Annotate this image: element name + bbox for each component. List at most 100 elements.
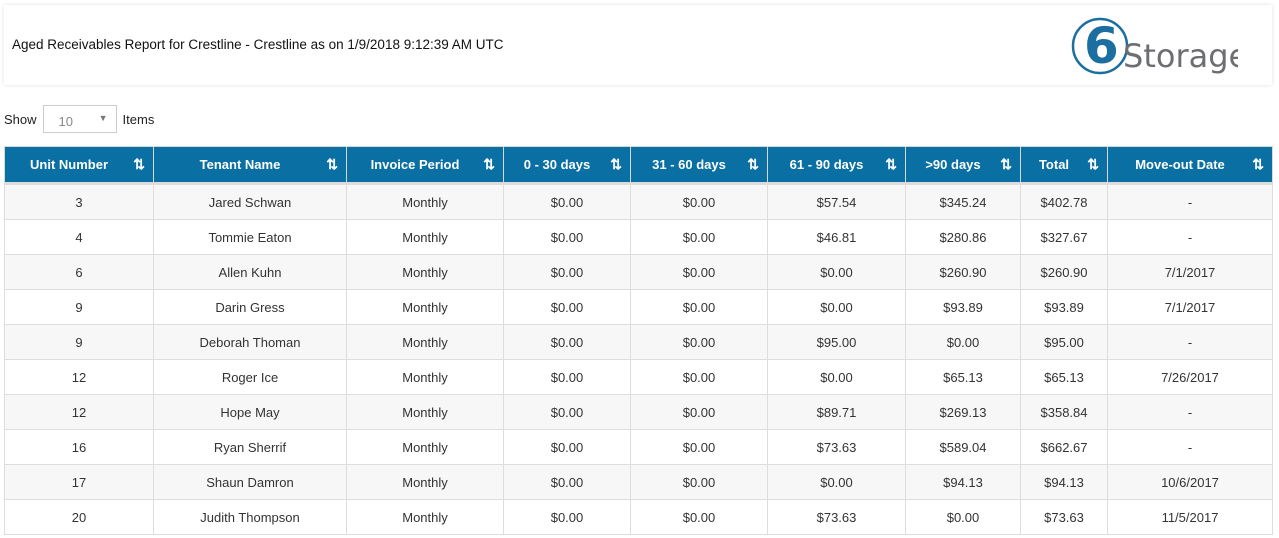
table-cell: $0.00 — [905, 324, 1021, 360]
table-cell: Monthly — [346, 182, 504, 220]
table-row[interactable]: 12 Hope May Monthly $0.00 $0.00 $89.71 $269.13… — [4, 394, 1273, 430]
table-cell: 17 — [4, 464, 154, 500]
table-cell: $358.84 — [1020, 394, 1108, 430]
table-cell: $260.90 — [1020, 254, 1108, 290]
table-cell: $93.89 — [905, 289, 1021, 325]
sort-icon[interactable]: ⇅ — [747, 156, 759, 173]
table-cell: Monthly — [346, 219, 504, 255]
table-cell: $94.13 — [1020, 464, 1108, 500]
table-cell: Judith Thompson — [153, 499, 347, 535]
column-label: Tenant Name — [199, 157, 281, 172]
table-cell: $0.00 — [767, 254, 906, 290]
table-cell: 12 — [4, 359, 154, 395]
sort-icon[interactable]: ⇅ — [133, 156, 145, 173]
sort-icon[interactable]: ⇅ — [326, 156, 338, 173]
column-label: Unit Number — [30, 157, 108, 172]
column-label: Total — [1038, 157, 1070, 172]
column-header[interactable]: Unit Number ⇅ — [4, 146, 154, 184]
table-cell: Monthly — [346, 499, 504, 535]
table-cell: 9 — [4, 324, 154, 360]
column-label: Move-out Date — [1135, 157, 1225, 172]
column-header[interactable]: 31 - 60 days ⇅ — [630, 146, 768, 184]
sort-icon[interactable]: ⇅ — [1087, 156, 1099, 173]
table-cell: $0.00 — [503, 219, 631, 255]
table-cell: $73.63 — [767, 499, 906, 535]
table-cell: 9 — [4, 289, 154, 325]
table-cell: $589.04 — [905, 429, 1021, 465]
table-row[interactable]: 12 Roger Ice Monthly $0.00 $0.00 $0.00 $65.13 $… — [4, 359, 1273, 395]
table-cell: $0.00 — [630, 499, 768, 535]
table-cell: Monthly — [346, 289, 504, 325]
table-cell: 11/5/2017 — [1107, 499, 1273, 535]
table-cell: Deborah Thoman — [153, 324, 347, 360]
column-header[interactable]: Tenant Name ⇅ — [153, 146, 347, 184]
table-cell: $0.00 — [630, 254, 768, 290]
sort-icon[interactable]: ⇅ — [483, 156, 495, 173]
table-cell: $0.00 — [630, 464, 768, 500]
column-header[interactable]: Total ⇅ — [1020, 146, 1108, 184]
receivables-table: Unit Number ⇅ Tenant Name ⇅ Invoice Period ⇅ 0… — [4, 146, 1273, 535]
table-cell: Monthly — [346, 464, 504, 500]
table-cell: $345.24 — [905, 182, 1021, 220]
sort-icon[interactable]: ⇅ — [885, 156, 897, 173]
table-cell: $0.00 — [503, 254, 631, 290]
table-cell: 7/1/2017 — [1107, 254, 1273, 290]
column-label: >90 days — [925, 157, 981, 172]
table-cell: Monthly — [346, 429, 504, 465]
table-cell: $0.00 — [630, 394, 768, 430]
table-row[interactable]: 9 Darin Gress Monthly $0.00 $0.00 $0.00 $93.89… — [4, 289, 1273, 325]
6storage-logo: 6 Storage — [1071, 17, 1238, 75]
table-cell: $280.86 — [905, 219, 1021, 255]
sort-icon[interactable]: ⇅ — [610, 156, 622, 173]
table-cell: 6 — [4, 254, 154, 290]
table-cell: $46.81 — [767, 219, 906, 255]
table-row[interactable]: 3 Jared Schwan Monthly $0.00 $0.00 $57.54 $345… — [4, 182, 1273, 220]
column-header[interactable]: >90 days ⇅ — [905, 146, 1021, 184]
column-header[interactable]: Invoice Period ⇅ — [346, 146, 504, 184]
table-cell: Allen Kuhn — [153, 254, 347, 290]
column-label: 0 - 30 days — [523, 157, 591, 172]
page-size-select[interactable]: 10 ▼ — [42, 105, 117, 133]
table-cell: - — [1107, 219, 1273, 255]
table-cell: $260.90 — [905, 254, 1021, 290]
table-row[interactable]: 6 Allen Kuhn Monthly $0.00 $0.00 $0.00 $260.90… — [4, 254, 1273, 290]
table-cell: $65.13 — [1020, 359, 1108, 395]
table-cell: $73.63 — [767, 429, 906, 465]
column-header[interactable]: Move-out Date ⇅ — [1107, 146, 1273, 184]
table-cell: - — [1107, 394, 1273, 430]
table-cell: $95.00 — [767, 324, 906, 360]
table-cell: 3 — [4, 182, 154, 220]
table-row[interactable]: 4 Tommie Eaton Monthly $0.00 $0.00 $46.81 $280… — [4, 219, 1273, 255]
table-cell: 12 — [4, 394, 154, 430]
table-cell: $0.00 — [630, 219, 768, 255]
table-cell: 16 — [4, 429, 154, 465]
table-row[interactable]: 20 Judith Thompson Monthly $0.00 $0.00 $73.63… — [4, 499, 1273, 535]
table-cell: $327.67 — [1020, 219, 1108, 255]
column-header[interactable]: 61 - 90 days ⇅ — [767, 146, 906, 184]
table-cell: $0.00 — [630, 182, 768, 220]
table-cell: Monthly — [346, 324, 504, 360]
table-cell: Jared Schwan — [153, 182, 347, 220]
table-row[interactable]: 9 Deborah Thoman Monthly $0.00 $0.00 $95.00 $0… — [4, 324, 1273, 360]
table-row[interactable]: 17 Shaun Damron Monthly $0.00 $0.00 $0.00 $94.… — [4, 464, 1273, 500]
table-cell: Hope May — [153, 394, 347, 430]
column-header[interactable]: 0 - 30 days ⇅ — [503, 146, 631, 184]
table-cell: 7/1/2017 — [1107, 289, 1273, 325]
table-row[interactable]: 16 Ryan Sherrif Monthly $0.00 $0.00 $73.63 $58… — [4, 429, 1273, 465]
page-size-control: Show 10 ▼ Items — [4, 104, 154, 134]
table-cell: $65.13 — [905, 359, 1021, 395]
table-cell: $93.89 — [1020, 289, 1108, 325]
table-cell: $57.54 — [767, 182, 906, 220]
sort-icon[interactable]: ⇅ — [1000, 156, 1012, 173]
table-cell: $269.13 — [905, 394, 1021, 430]
table-cell: Monthly — [346, 394, 504, 430]
report-header: Aged Receivables Report for Crestline - … — [4, 5, 1272, 85]
table-cell: $0.00 — [503, 182, 631, 220]
table-cell: $0.00 — [630, 359, 768, 395]
page-size-value: 10 — [58, 114, 73, 129]
sort-icon[interactable]: ⇅ — [1252, 156, 1264, 173]
table-cell: Ryan Sherrif — [153, 429, 347, 465]
svg-text:6: 6 — [1084, 17, 1119, 75]
table-cell: - — [1107, 182, 1273, 220]
table-cell: Roger Ice — [153, 359, 347, 395]
